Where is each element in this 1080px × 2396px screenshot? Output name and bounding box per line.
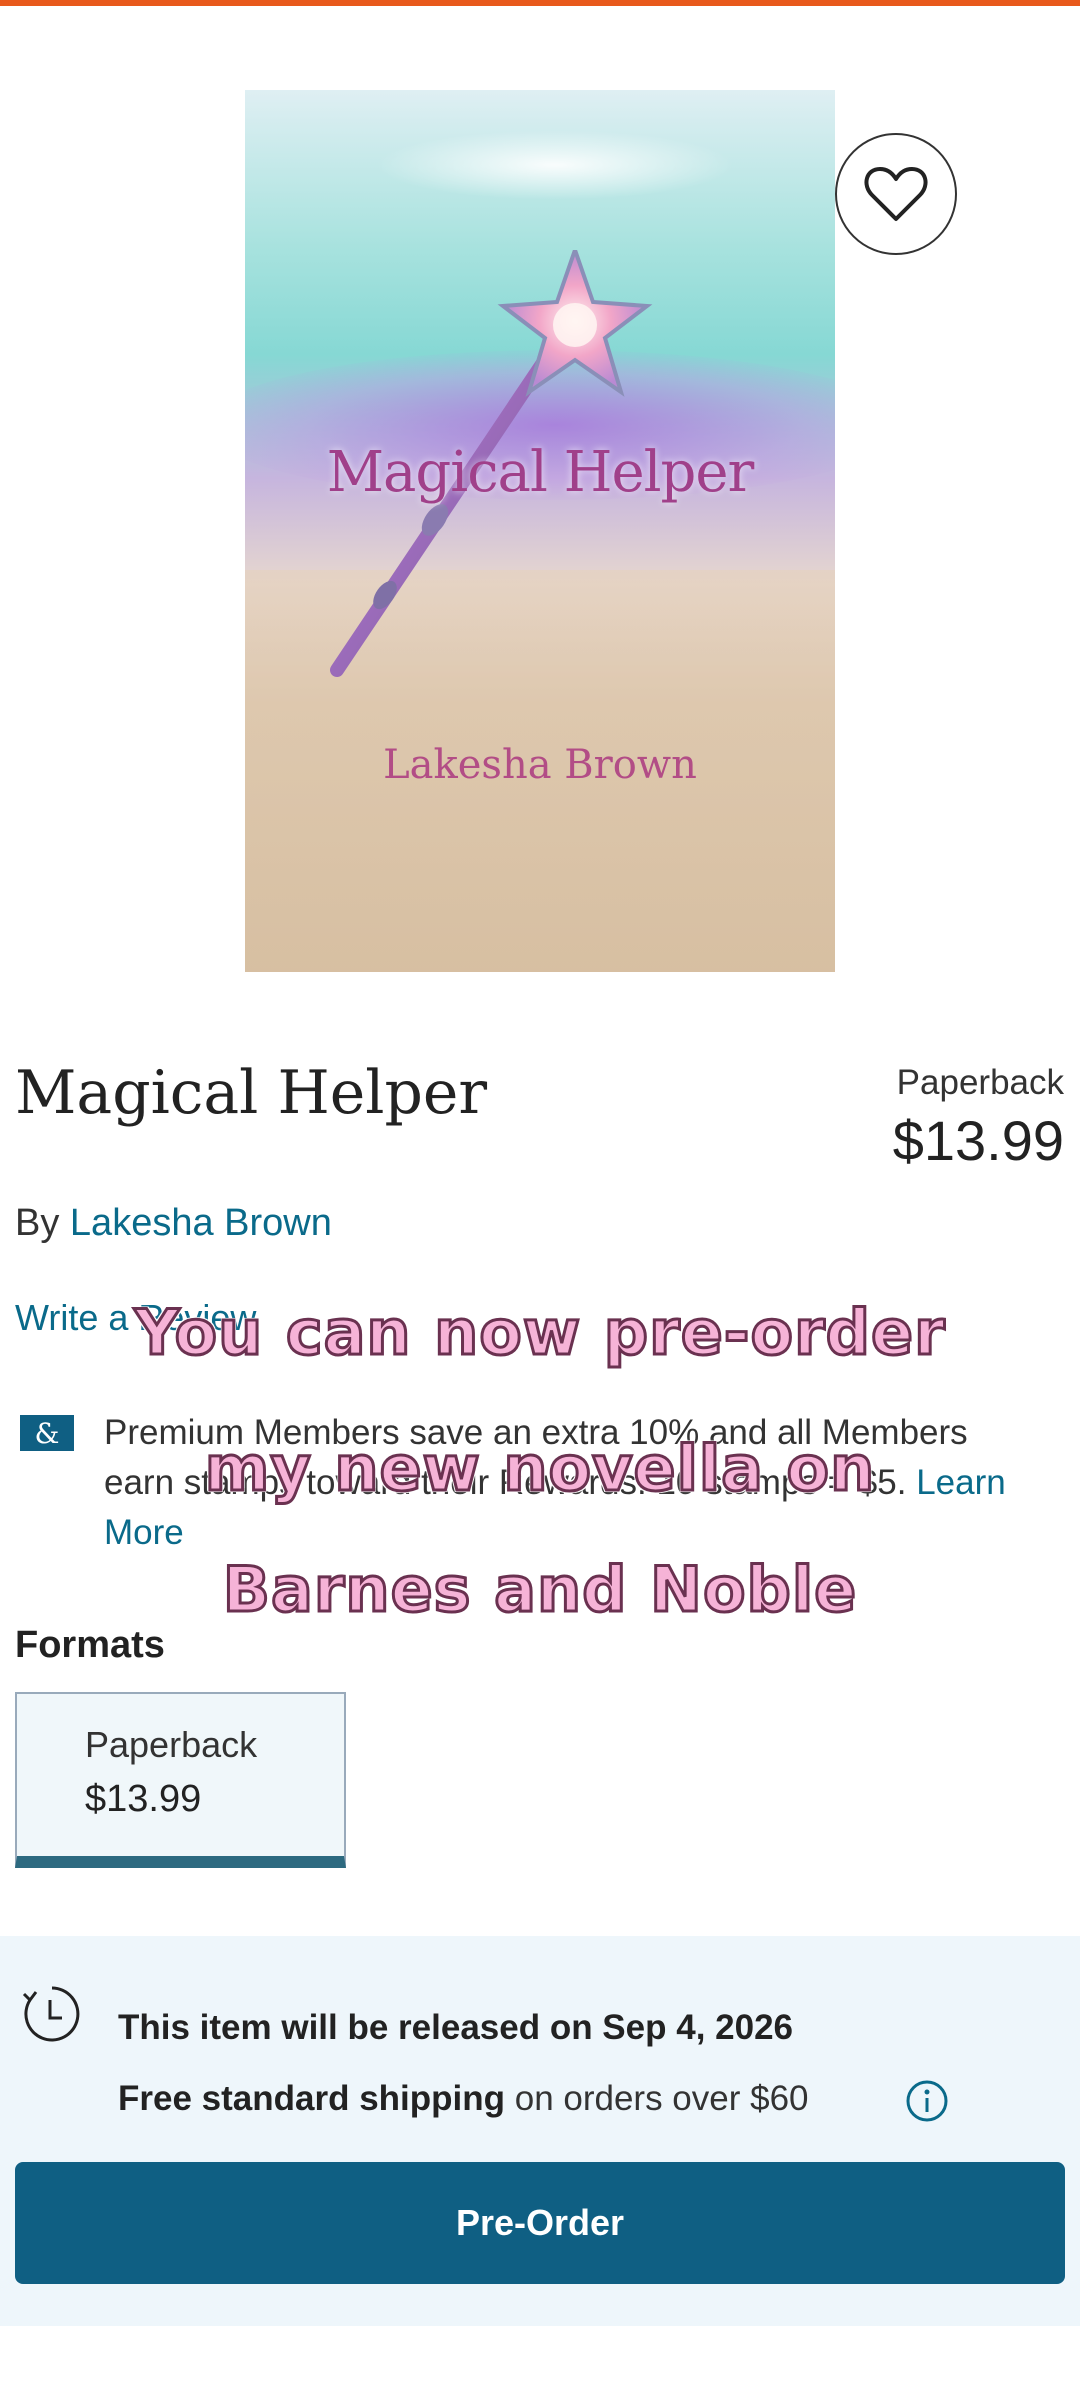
pre-order-button[interactable]: Pre-Order xyxy=(15,2162,1065,2284)
overlay-caption-line-3: Barnes and Noble xyxy=(221,1552,858,1628)
magic-wand-illustration xyxy=(330,250,653,677)
shipping-info: Free standard shipping on orders over $6… xyxy=(118,2079,809,2119)
formats-heading: Formats xyxy=(15,1624,165,1666)
cover-cloud xyxy=(375,130,735,200)
product-price: $13.99 xyxy=(892,1109,1064,1172)
favorite-button[interactable] xyxy=(835,133,957,255)
release-date-text: This item will be released on Sep 4, 202… xyxy=(118,2008,793,2047)
cover-title: Magical Helper xyxy=(326,440,755,505)
clock-icon xyxy=(22,1986,80,2042)
info-icon[interactable] xyxy=(905,2079,949,2123)
heart-icon xyxy=(864,167,928,221)
overlay-caption-line-1: You can now pre-order xyxy=(133,1295,946,1371)
author-byline: By Lakesha Brown xyxy=(15,1202,332,1245)
current-format-label: Paperback xyxy=(896,1063,1064,1102)
byline-prefix: By xyxy=(15,1202,60,1244)
author-link[interactable]: Lakesha Brown xyxy=(70,1202,332,1244)
book-cover-image[interactable]: Magical Helper Lakesha Brown xyxy=(245,90,835,972)
product-title: Magical Helper xyxy=(15,1058,488,1128)
format-price: $13.99 xyxy=(85,1778,202,1820)
cover-author: Lakesha Brown xyxy=(383,742,697,788)
top-accent-bar xyxy=(0,0,1080,6)
shipping-bold: Free standard shipping xyxy=(118,2079,505,2118)
shipping-rest: on orders over $60 xyxy=(505,2079,809,2118)
format-name: Paperback xyxy=(85,1724,258,1765)
overlay-caption-line-2: my new novella on xyxy=(203,1431,876,1507)
format-option-paperback[interactable]: Paperback $13.99 xyxy=(15,1692,346,1868)
